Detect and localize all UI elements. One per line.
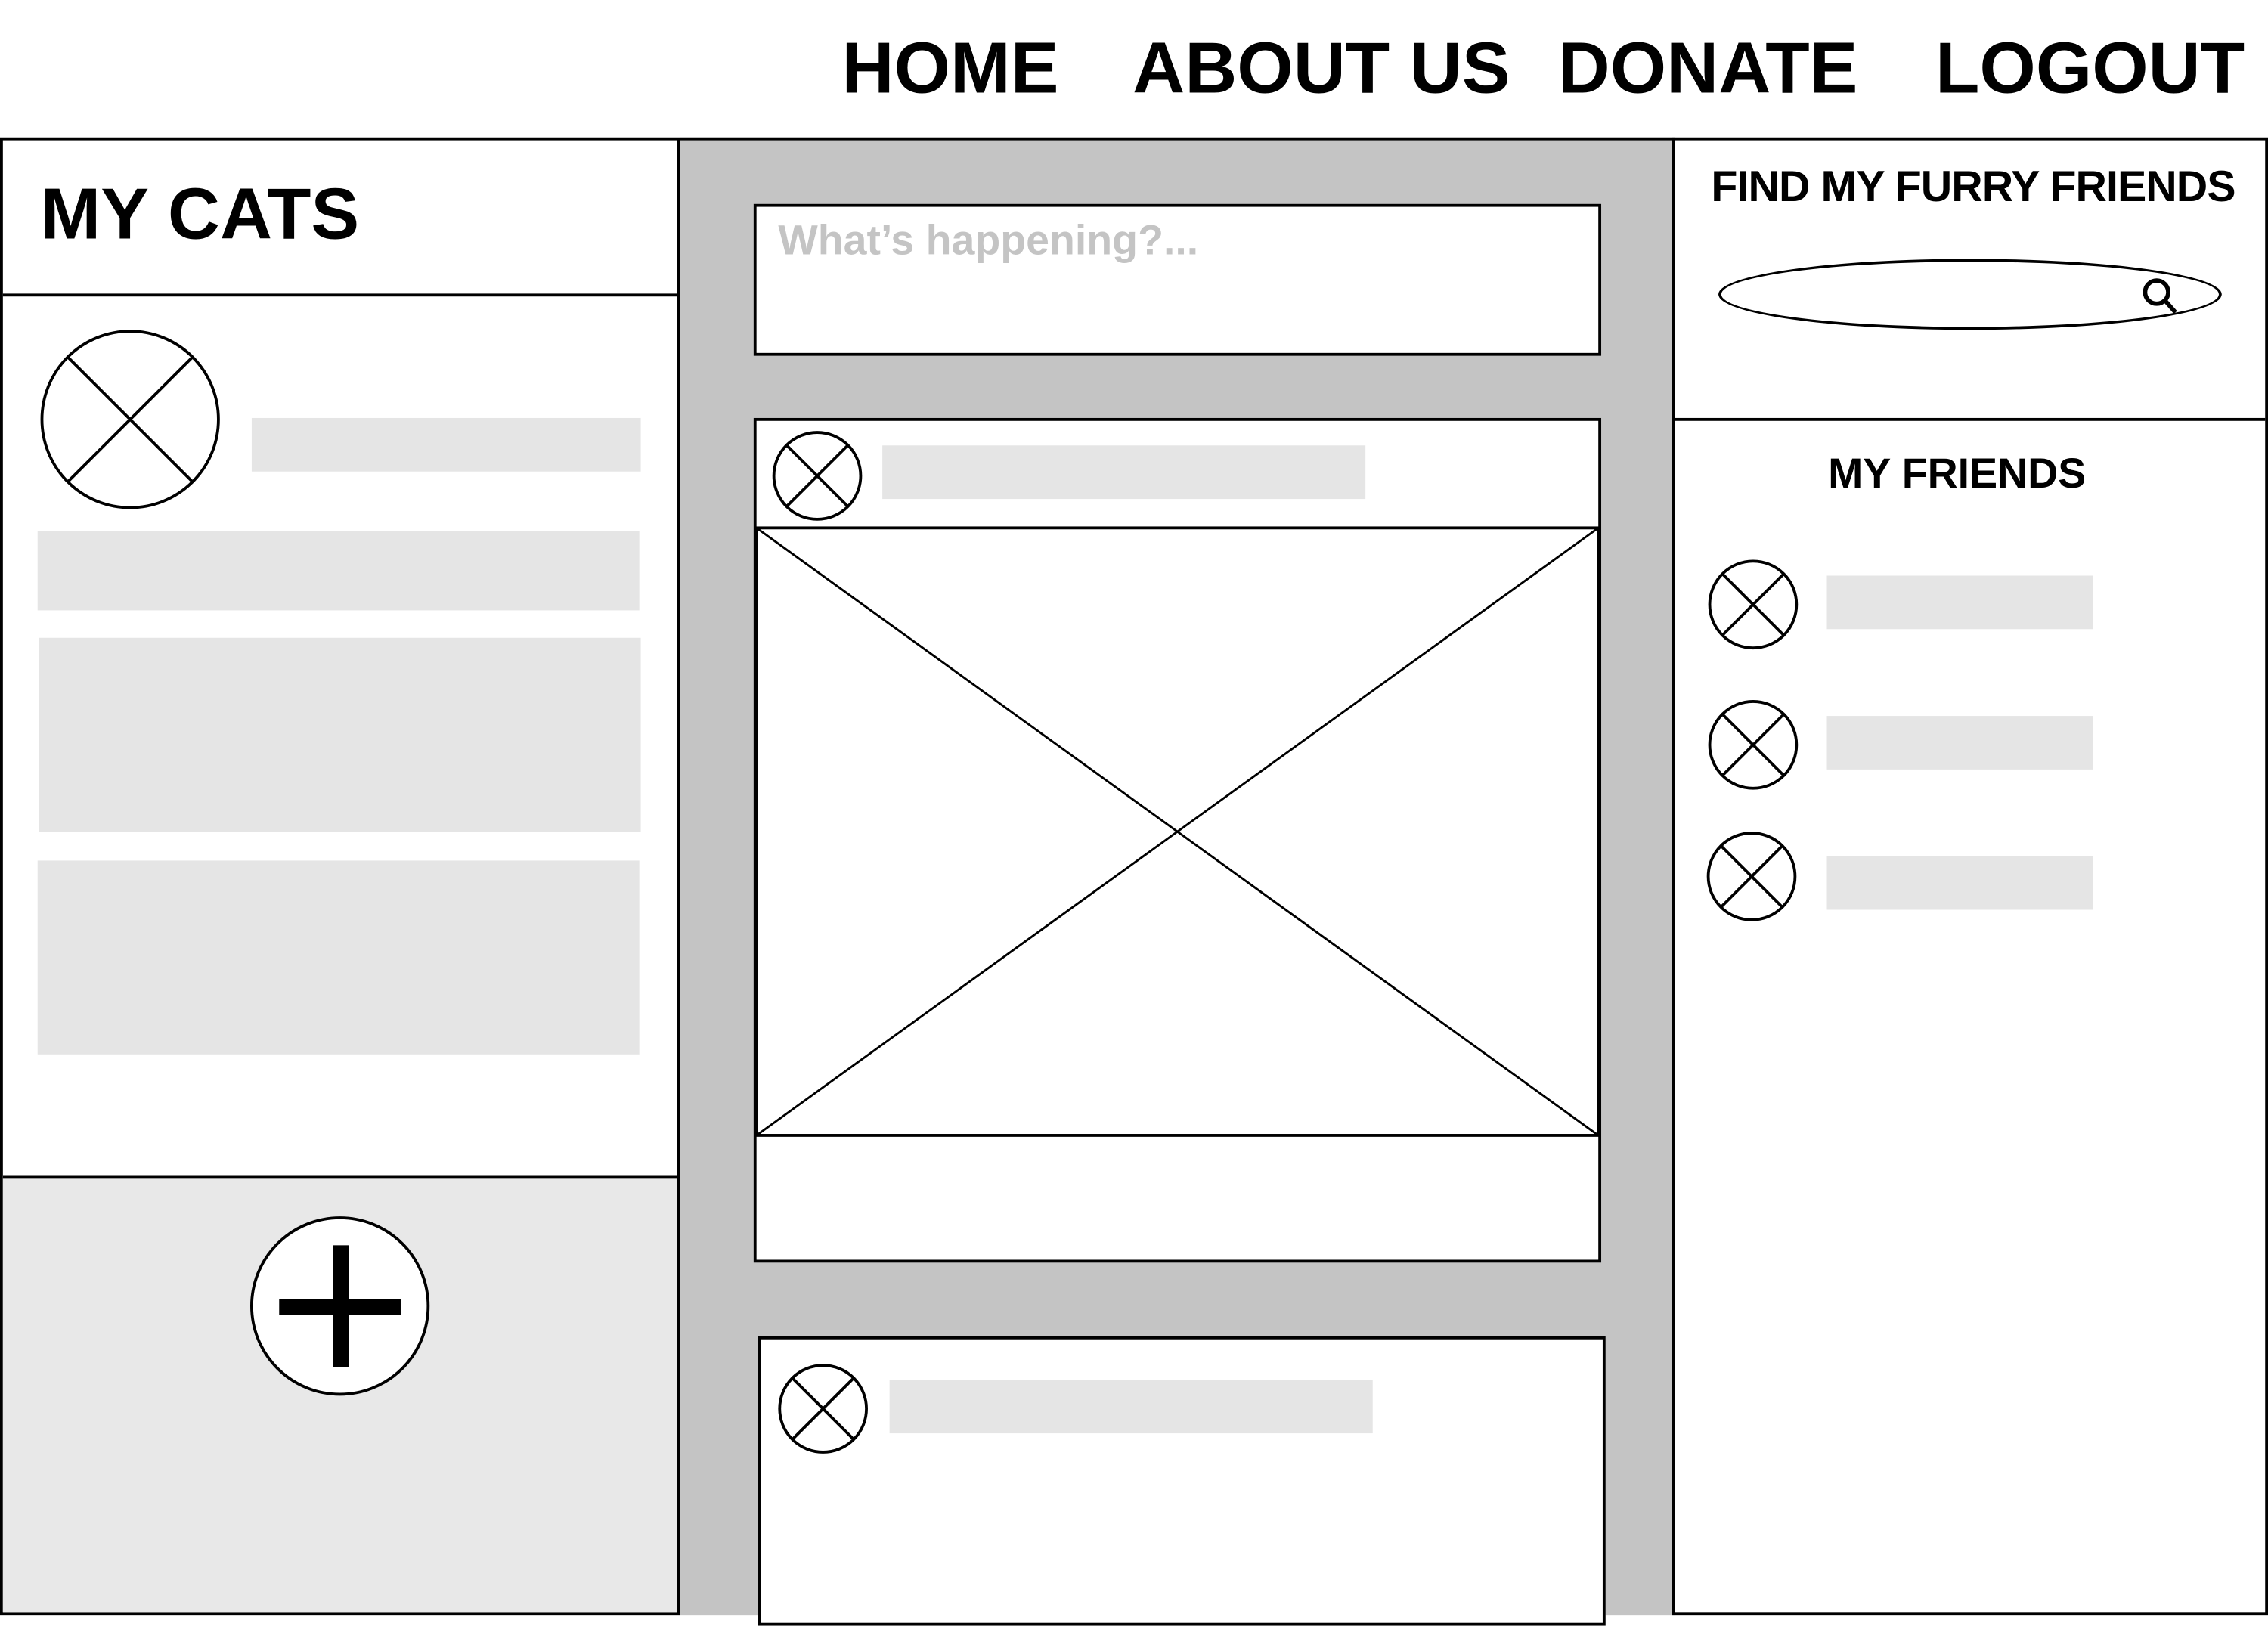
post-card	[753, 417, 1602, 1263]
cat-name-placeholder	[251, 417, 641, 472]
nav-about-us[interactable]: ABOUT US	[1132, 26, 1510, 110]
cat-info-placeholder	[37, 531, 640, 611]
friend-avatar-icon[interactable]	[1706, 832, 1797, 921]
divider	[1675, 417, 2266, 421]
friends-panel: FIND MY FURRY FRIENDS MY FRIENDS	[1672, 137, 2268, 1616]
cat-details-placeholder	[39, 637, 641, 832]
friend-name-placeholder[interactable]	[1826, 575, 2093, 630]
plus-icon[interactable]	[250, 1216, 430, 1396]
page: HOME ABOUT US DONATE LOGOUT MY CATS What…	[0, 0, 2268, 1626]
post-avatar-icon[interactable]	[772, 431, 863, 521]
composer-placeholder: What’s happening?...	[778, 218, 1199, 265]
search-icon[interactable]	[2141, 276, 2182, 317]
friend-avatar-icon[interactable]	[1708, 700, 1799, 790]
nav-logout[interactable]: LOGOUT	[1935, 26, 2245, 110]
post-avatar-icon[interactable]	[778, 1364, 868, 1454]
cat-avatar-icon[interactable]	[40, 330, 220, 509]
nav-home[interactable]: HOME	[842, 26, 1059, 110]
composer-input[interactable]: What’s happening?...	[753, 203, 1602, 356]
add-cat-section	[2, 1175, 677, 1613]
friend-name-placeholder[interactable]	[1826, 856, 2093, 910]
feed: What’s happening?...	[680, 137, 1675, 1626]
nav-donate[interactable]: DONATE	[1558, 26, 1858, 110]
cat-details-placeholder	[37, 860, 640, 1055]
friend-search-input[interactable]	[1718, 259, 2222, 330]
friend-name-placeholder[interactable]	[1826, 716, 2093, 770]
post-card	[758, 1336, 1606, 1626]
search-title: FIND MY FURRY FRIENDS	[1711, 163, 2235, 212]
divider	[2, 293, 677, 297]
post-image-placeholder-icon	[754, 526, 1600, 1137]
post-author-placeholder	[882, 445, 1366, 500]
my-friends-title: MY FRIENDS	[1828, 451, 2087, 498]
post-author-placeholder	[889, 1380, 1373, 1434]
my-cats-panel: MY CATS	[0, 137, 680, 1616]
my-cats-title: MY CATS	[40, 173, 360, 255]
friend-avatar-icon[interactable]	[1708, 559, 1799, 650]
